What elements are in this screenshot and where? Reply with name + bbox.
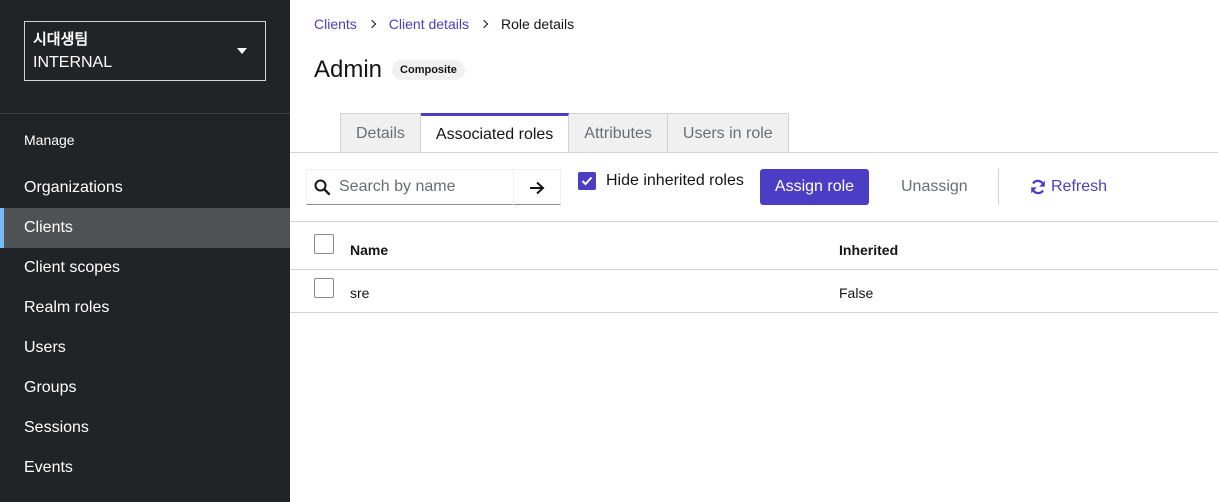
sidebar-item-groups[interactable]: Groups (0, 368, 290, 408)
caret-down-icon (237, 48, 247, 54)
toolbar-divider (998, 169, 999, 205)
toolbar: Hide inherited roles Assign role Unassig… (306, 169, 1206, 205)
hide-inherited-label: Hide inherited roles (606, 172, 744, 189)
search-box (306, 169, 561, 205)
sidebar-item-events[interactable]: Events (0, 448, 290, 488)
assign-role-button[interactable]: Assign role (760, 169, 869, 205)
tabs-divider (290, 152, 1218, 153)
sidebar-nav: Organizations Clients Client scopes Real… (0, 168, 290, 488)
search-submit-button[interactable] (513, 170, 560, 205)
hide-inherited-checkbox[interactable] (578, 172, 596, 190)
sidebar-item-sessions[interactable]: Sessions (0, 408, 290, 448)
roles-table: Name Inherited sre False (290, 221, 1218, 313)
tab-associated-roles[interactable]: Associated roles (420, 113, 570, 153)
table-row: sre False (290, 269, 1218, 313)
role-name-cell: sre (350, 285, 370, 301)
refresh-button[interactable]: Refresh (1030, 169, 1107, 205)
hide-inherited-toggle[interactable]: Hide inherited roles (578, 172, 744, 190)
breadcrumb-client-details[interactable]: Client details (389, 16, 469, 32)
select-all-checkbox[interactable] (314, 234, 334, 254)
search-input[interactable] (337, 170, 514, 204)
sidebar-item-client-scopes[interactable]: Client scopes (0, 248, 290, 288)
tabs: Details Associated roles Attributes User… (340, 113, 789, 153)
realm-subtitle: INTERNAL (33, 54, 113, 71)
tab-details[interactable]: Details (340, 113, 421, 153)
tab-attributes[interactable]: Attributes (569, 113, 668, 153)
title-row: Admin Composite (314, 56, 465, 84)
table-header-row: Name Inherited (290, 221, 1218, 269)
sidebar-divider (0, 113, 290, 114)
breadcrumb-clients[interactable]: Clients (314, 16, 357, 32)
sidebar-item-clients[interactable]: Clients (0, 208, 290, 248)
row-checkbox[interactable] (314, 278, 334, 298)
refresh-label: Refresh (1051, 178, 1108, 195)
realm-selector[interactable]: 시대생팀 INTERNAL (24, 21, 266, 81)
chevron-right-icon (367, 19, 377, 29)
unassign-button[interactable]: Unassign (886, 169, 983, 205)
composite-badge: Composite (392, 60, 465, 80)
nav-section-label: Manage (24, 132, 75, 148)
column-header-name[interactable]: Name (350, 242, 388, 258)
sidebar-item-users[interactable]: Users (0, 328, 290, 368)
tab-users-in-role[interactable]: Users in role (667, 113, 789, 153)
column-header-inherited: Inherited (839, 242, 899, 258)
refresh-icon (1031, 179, 1045, 195)
breadcrumb-current: Role details (500, 16, 575, 32)
chevron-right-icon (479, 19, 489, 29)
check-icon (581, 176, 593, 186)
inherited-cell: False (839, 285, 874, 301)
arrow-right-icon (530, 181, 545, 194)
page-title: Admin (314, 56, 383, 83)
main-content: Clients Client details Role details Admi… (290, 0, 1218, 502)
sidebar-item-realm-roles[interactable]: Realm roles (0, 288, 290, 328)
breadcrumb: Clients Client details Role details (314, 16, 574, 32)
sidebar: 시대생팀 INTERNAL Manage Organizations Clien… (0, 0, 290, 502)
search-icon (307, 169, 337, 205)
sidebar-item-organizations[interactable]: Organizations (0, 168, 290, 208)
realm-name: 시대생팀 (33, 31, 89, 48)
